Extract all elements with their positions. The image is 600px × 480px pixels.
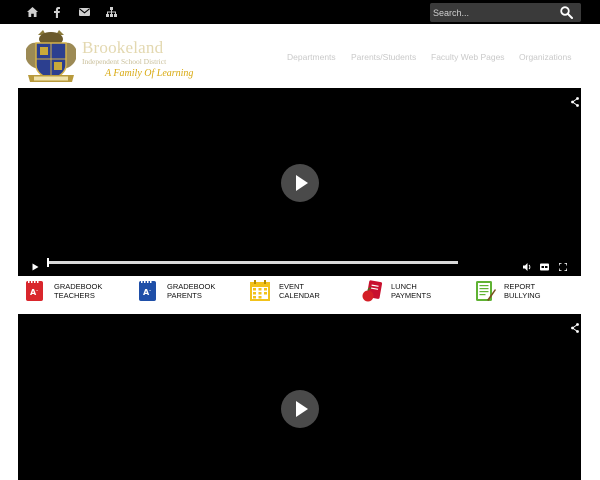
nav-parents-students[interactable]: Parents/Students: [351, 52, 416, 62]
report-icon: [474, 279, 496, 303]
captions-icon[interactable]: [540, 258, 549, 271]
quicklink-gradebook-parents[interactable]: A- GRADEBOOK PARENTS: [137, 279, 227, 303]
play-button[interactable]: [281, 164, 319, 202]
envelope-icon[interactable]: [77, 5, 91, 19]
quicklink-label: GRADEBOOK TEACHERS: [54, 282, 103, 300]
quicklink-label: EVENT CALENDAR: [279, 282, 320, 300]
video-player[interactable]: [18, 88, 581, 276]
small-play-icon[interactable]: [32, 258, 39, 271]
quicklink-event-calendar[interactable]: EVENT CALENDAR: [249, 279, 339, 303]
nav-organizations[interactable]: Organizations: [519, 52, 571, 62]
home-icon[interactable]: [25, 5, 39, 19]
progress-handle[interactable]: [47, 258, 49, 267]
lunch-icon: [361, 279, 383, 303]
district-subtitle: Independent School District: [82, 57, 167, 66]
nav-faculty-web-pages[interactable]: Faculty Web Pages: [431, 52, 505, 62]
svg-text:-: -: [149, 287, 151, 294]
calendar-icon: [249, 279, 271, 303]
play-icon: [296, 175, 308, 191]
quicklink-lunch-payments[interactable]: LUNCH PAYMENTS: [361, 279, 451, 303]
fullscreen-icon[interactable]: [558, 258, 568, 272]
share-icon[interactable]: [571, 320, 579, 333]
video-progress-bar[interactable]: [47, 258, 458, 267]
quick-links-bar: A- GRADEBOOK TEACHERS A- GRADEBOOK PARENTS…: [0, 276, 600, 314]
gradebook-teachers-icon: A-: [24, 279, 46, 303]
volume-icon[interactable]: [523, 258, 532, 271]
video-player[interactable]: [18, 314, 581, 480]
quicklink-label: LUNCH PAYMENTS: [391, 282, 432, 300]
district-crest-logo[interactable]: [24, 29, 78, 85]
share-icon[interactable]: [571, 94, 579, 107]
top-bar: [0, 0, 600, 24]
quicklink-label: GRADEBOOK PARENTS: [167, 282, 216, 300]
site-header: Brookeland Independent School District A…: [0, 24, 600, 88]
district-name: Brookeland: [82, 38, 164, 57]
play-icon: [296, 401, 308, 417]
gradebook-parents-icon: A-: [137, 279, 159, 303]
facebook-icon[interactable]: [50, 5, 64, 19]
quicklink-report-bullying[interactable]: REPORT BULLYING: [474, 279, 564, 303]
play-button[interactable]: [281, 390, 319, 428]
quicklink-gradebook-teachers[interactable]: A- GRADEBOOK TEACHERS: [24, 279, 114, 303]
search-input[interactable]: [430, 3, 555, 22]
quicklink-label: REPORT BULLYING: [504, 282, 541, 300]
search-icon[interactable]: [560, 6, 573, 19]
district-tagline: A Family Of Learning: [105, 68, 194, 79]
nav-departments[interactable]: Departments: [287, 52, 336, 62]
svg-text:-: -: [36, 287, 38, 294]
sitemap-icon[interactable]: [104, 5, 118, 19]
search-box: [430, 3, 581, 22]
